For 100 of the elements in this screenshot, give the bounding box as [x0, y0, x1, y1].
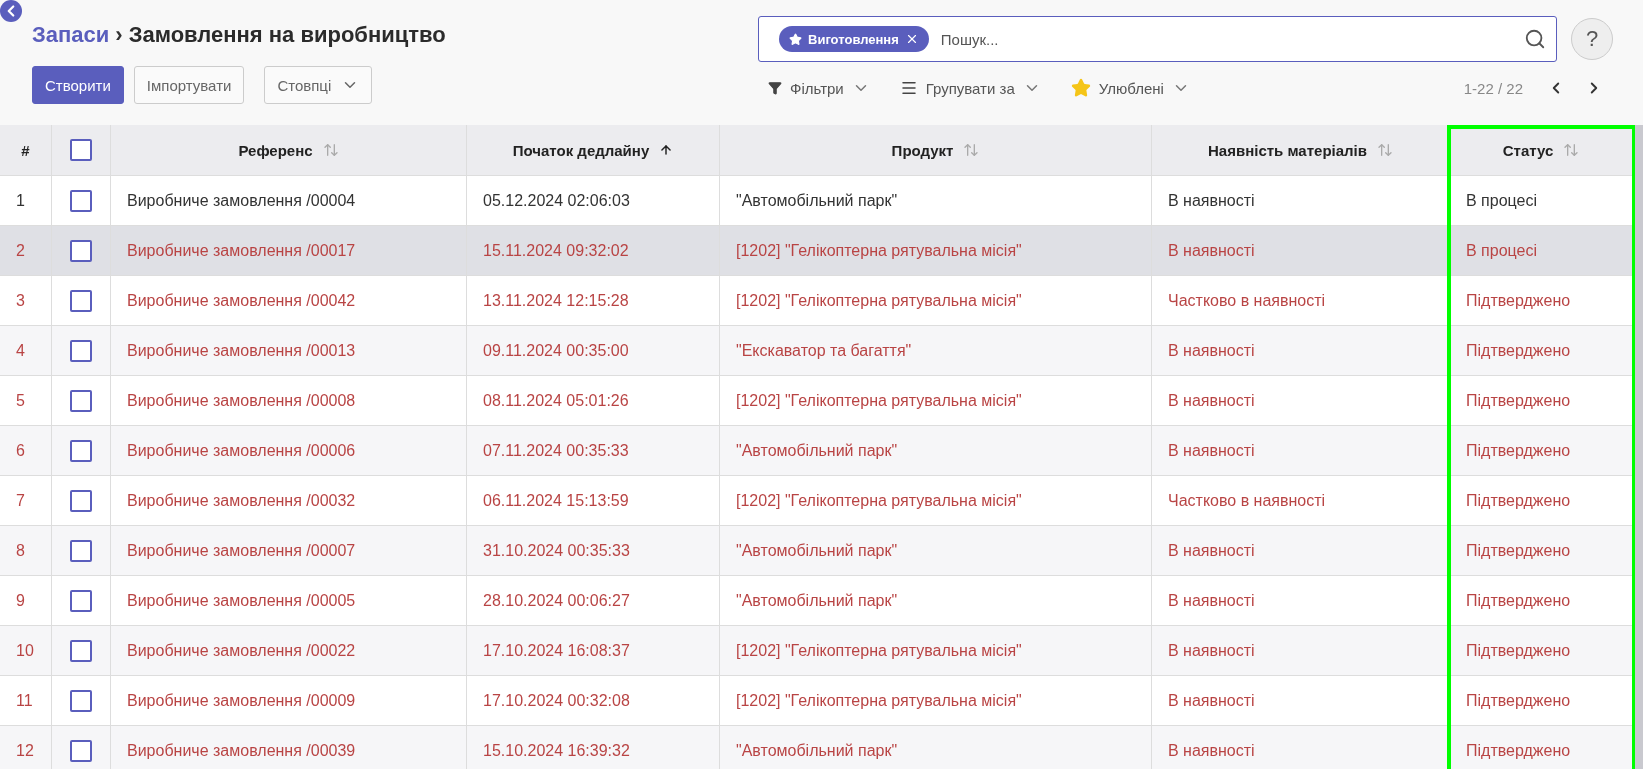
table-cell-text: Підтверджено	[1465, 540, 1572, 561]
column-header[interactable]: Наявність матеріалів	[1152, 125, 1450, 175]
table-cell: Частково в наявності	[1152, 476, 1450, 525]
table-cell: В наявності	[1152, 726, 1450, 769]
row-checkbox[interactable]	[70, 289, 92, 312]
column-header[interactable]: Початок дедлайну	[467, 125, 720, 175]
table-cell: Виробниче замовлення /00042	[111, 276, 467, 325]
table-cell: [1202] "Гелікоптерна рятувальна місія"	[720, 276, 1152, 325]
table-cell: В наявності	[1152, 526, 1450, 575]
filter-dropdown[interactable]: Улюблені	[1070, 78, 1190, 98]
breadcrumb-separator: ›	[115, 22, 123, 48]
row-checkbox[interactable]	[70, 439, 92, 462]
table-cell: Виробниче замовлення /00022	[111, 626, 467, 675]
star-icon	[789, 32, 802, 46]
list-icon	[899, 79, 918, 97]
table-cell: "Автомобільний парк"	[720, 426, 1152, 475]
row-checkbox[interactable]	[70, 339, 92, 362]
column-header[interactable]: Статус	[1450, 125, 1633, 175]
row-checkbox[interactable]	[70, 239, 92, 262]
column-header[interactable]: Референс	[111, 125, 467, 175]
table-cell-text: В процесі	[1465, 190, 1538, 211]
table-cell: "Автомобільний парк"	[720, 726, 1152, 769]
table-cell-text: Підтверджено	[1465, 490, 1572, 511]
filter-facet[interactable]: Виготовлення	[779, 26, 929, 52]
row-number: 2	[0, 226, 52, 275]
table-cell: Виробниче замовлення /00013	[111, 326, 467, 375]
row-checkbox[interactable]	[70, 689, 92, 712]
table-cell: В наявності	[1152, 226, 1450, 275]
table-cell-text: Підтверджено	[1465, 590, 1572, 611]
table-cell: Виробниче замовлення /00009	[111, 676, 467, 725]
table-cell: В наявності	[1152, 426, 1450, 475]
row-checkbox[interactable]	[70, 639, 92, 662]
table-cell: 05.12.2024 02:06:03	[467, 176, 720, 225]
row-number: 10	[0, 626, 52, 675]
table-cell: 08.11.2024 05:01:26	[467, 376, 720, 425]
table-cell: Виробниче замовлення /00017	[111, 226, 467, 275]
table-cell: 06.11.2024 15:13:59	[467, 476, 720, 525]
row-checkbox[interactable]	[70, 539, 92, 562]
row-number: 12	[0, 726, 52, 769]
row-number: 7	[0, 476, 52, 525]
filter-icon	[768, 81, 782, 95]
search-field[interactable]: Виготовлення Пошук...	[758, 16, 1557, 62]
row-checkbox[interactable]	[70, 739, 92, 762]
star-icon	[1070, 78, 1091, 98]
pager-count: 1-22 / 22	[1463, 79, 1523, 97]
row-number: 6	[0, 426, 52, 475]
table-cell: Частково в наявності	[1152, 276, 1450, 325]
column-header[interactable]: Продукт	[720, 125, 1152, 175]
table-cell-text: Підтверджено	[1465, 640, 1572, 661]
table-cell: 09.11.2024 00:35:00	[467, 326, 720, 375]
filter-dropdown[interactable]: Групувати за	[899, 79, 1041, 97]
row-number: 11	[0, 676, 52, 725]
table-cell-text: Підтверджено	[1465, 390, 1572, 411]
table-cell: [1202] "Гелікоптерна рятувальна місія"	[720, 676, 1152, 725]
row-number: 1	[0, 176, 52, 225]
back-button[interactable]	[0, 0, 22, 22]
table-cell: В наявності	[1152, 376, 1450, 425]
table-cell-text: Підтверджено	[1465, 690, 1572, 711]
table-cell: "Екскаватор та багаття"	[720, 326, 1152, 375]
table-cell-text: Підтверджено	[1465, 440, 1572, 461]
table-cell: 31.10.2024 00:35:33	[467, 526, 720, 575]
table-cell: Виробниче замовлення /00008	[111, 376, 467, 425]
create-button[interactable]: Створити	[32, 66, 124, 104]
table-cell: [1202] "Гелікоптерна рятувальна місія"	[720, 476, 1152, 525]
table-cell: 15.10.2024 16:39:32	[467, 726, 720, 769]
table-cell: "Автомобільний парк"	[720, 176, 1152, 225]
row-number: 3	[0, 276, 52, 325]
row-checkbox[interactable]	[70, 589, 92, 612]
table-cell: Виробниче замовлення /00005	[111, 576, 467, 625]
table-cell: Виробниче замовлення /00006	[111, 426, 467, 475]
table-cell: Виробниче замовлення /00032	[111, 476, 467, 525]
row-number: 4	[0, 326, 52, 375]
breadcrumb-link[interactable]: Запаси	[32, 22, 110, 48]
table-cell: В наявності	[1152, 176, 1450, 225]
row-number: 5	[0, 376, 52, 425]
table-cell: 13.11.2024 12:15:28	[467, 276, 720, 325]
help-button[interactable]: ?	[1571, 18, 1613, 60]
select-all-checkbox[interactable]	[70, 139, 92, 161]
row-checkbox[interactable]	[70, 189, 92, 212]
table-cell: [1202] "Гелікоптерна рятувальна місія"	[720, 376, 1152, 425]
table-cell: [1202] "Гелікоптерна рятувальна місія"	[720, 626, 1152, 675]
filter-dropdown[interactable]: Фільтри	[768, 79, 870, 97]
table-cell: В наявності	[1152, 326, 1450, 375]
search-icon[interactable]	[1524, 28, 1546, 50]
table-cell: Виробниче замовлення /00004	[111, 176, 467, 225]
table-cell-text: Підтверджено	[1465, 740, 1572, 761]
column-header: #	[0, 125, 52, 175]
facet-label: Виготовлення	[808, 31, 899, 47]
columns-dropdown[interactable]: Стовпці	[264, 66, 373, 104]
table-cell: 28.10.2024 00:06:27	[467, 576, 720, 625]
table-cell: Виробниче замовлення /00039	[111, 726, 467, 769]
page-title: Замовлення на виробництво	[128, 22, 446, 48]
row-checkbox[interactable]	[70, 389, 92, 412]
table-cell-text: Підтверджено	[1465, 340, 1572, 361]
import-button[interactable]: Імпортувати	[133, 66, 245, 104]
table-cell: В наявності	[1152, 626, 1450, 675]
row-checkbox[interactable]	[70, 489, 92, 512]
table-cell-text: В процесі	[1465, 240, 1538, 261]
table-cell: 15.11.2024 09:32:02	[467, 226, 720, 275]
table-cell: В наявності	[1152, 676, 1450, 725]
